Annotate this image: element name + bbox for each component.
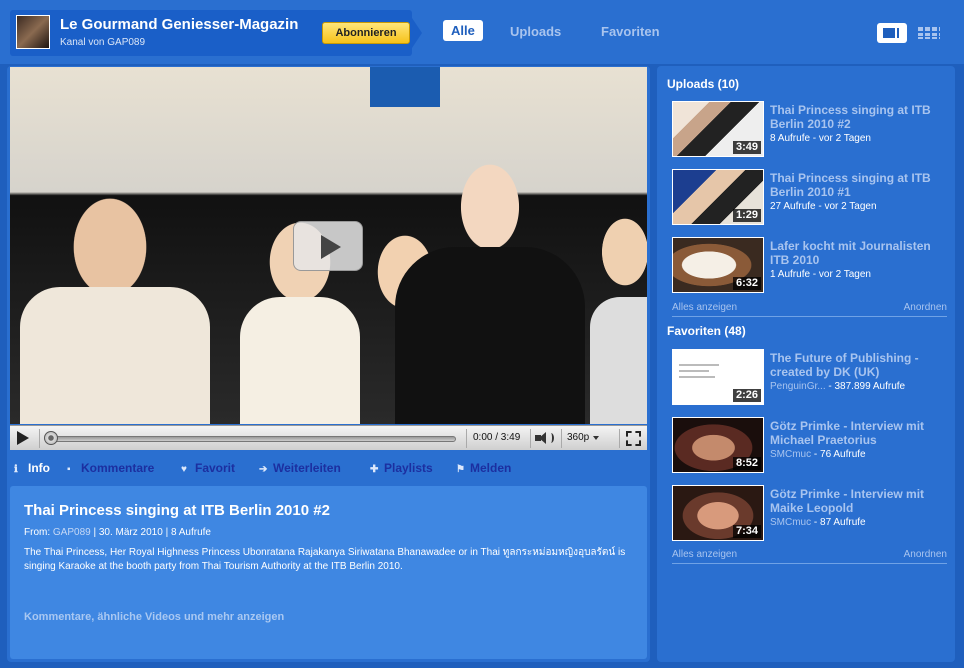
source-link[interactable]: SMCmuc	[770, 517, 811, 528]
tab-info[interactable]: ℹ Info	[14, 461, 50, 475]
video-frame-person	[590, 297, 647, 424]
subscribe-button[interactable]: Abonnieren	[322, 22, 410, 44]
list-item[interactable]: 8:52 Götz Primke - Interview mit Michael…	[672, 417, 950, 475]
video-thumbnail[interactable]: 2:26	[672, 349, 764, 405]
upload-date-views: | 30. März 2010 | 8 Aufrufe	[93, 527, 211, 538]
video-thumbnail[interactable]: 3:49	[672, 101, 764, 157]
video-link[interactable]: Götz Primke - Interview mit Michael Prae…	[770, 419, 952, 447]
video-meta: PenguinGr... - 387.899 Aufrufe	[770, 381, 906, 392]
divider	[466, 429, 467, 448]
info-panel: Thai Princess singing at ITB Berlin 2010…	[10, 486, 647, 659]
video-link[interactable]: Thai Princess singing at ITB Berlin 2010…	[770, 103, 952, 131]
list-item[interactable]: 1:29 Thai Princess singing at ITB Berlin…	[672, 169, 950, 227]
source-link[interactable]: SMCmuc	[770, 449, 811, 460]
video-meta: SMCmuc - 76 Aufrufe	[770, 449, 866, 460]
source-link[interactable]: PenguinGr...	[770, 381, 826, 392]
player-view-icon[interactable]	[877, 23, 907, 43]
video-meta: 27 Aufrufe - vor 2 Tagen	[770, 201, 877, 212]
list-item[interactable]: 6:32 Lafer kocht mit Journalisten ITB 20…	[672, 237, 950, 295]
tab-favorit[interactable]: ♥ Favorit	[181, 461, 235, 475]
volume-icon[interactable]	[535, 432, 555, 444]
channel-avatar[interactable]	[16, 15, 50, 49]
player-controls: 0:00 / 3:49 360p	[10, 425, 647, 450]
favorites-footer: Alles anzeigen Anordnen	[672, 549, 947, 564]
main-panel: 0:00 / 3:49 360p ℹ Info ▪ Kommentare ♥ Favo…	[7, 66, 650, 662]
tab-weiterleiten[interactable]: ➔ Weiterleiten	[259, 461, 341, 475]
video-player[interactable]	[10, 67, 647, 424]
channel-title[interactable]: Le Gourmand Geniesser-Magazin	[60, 16, 298, 33]
favorites-heading[interactable]: Favoriten (48)	[667, 324, 746, 338]
arrange-link[interactable]: Anordnen	[904, 549, 947, 560]
video-link[interactable]: Thai Princess singing at ITB Berlin 2010…	[770, 171, 952, 199]
action-tabs: ℹ Info ▪ Kommentare ♥ Favorit ➔ Weiterleiten…	[10, 458, 647, 478]
divider	[39, 429, 40, 448]
play-icon[interactable]	[17, 431, 29, 445]
duration-badge: 6:32	[732, 277, 761, 290]
divider	[619, 429, 620, 448]
video-link[interactable]: Lafer kocht mit Journalisten ITB 2010	[770, 239, 952, 267]
duration-badge: 8:52	[732, 457, 761, 470]
show-all-link[interactable]: Alles anzeigen	[672, 302, 737, 313]
video-link[interactable]: Götz Primke - Interview mit Maike Leopol…	[770, 487, 952, 515]
show-more-link[interactable]: Kommentare, ähnliche Videos und mehr anz…	[24, 611, 284, 623]
sidebar: Uploads (10) 3:49 Thai Princess singing …	[657, 66, 955, 662]
uploader-link[interactable]: GAP089	[53, 527, 91, 538]
list-item[interactable]: 3:49 Thai Princess singing at ITB Berlin…	[672, 101, 950, 159]
plus-icon: ✚	[370, 464, 379, 475]
channel-info-box: Le Gourmand Geniesser-Magazin Kanal von …	[10, 10, 422, 56]
list-item[interactable]: 7:34 Götz Primke - Interview mit Maike L…	[672, 485, 950, 543]
video-meta: 1 Aufrufe - vor 2 Tagen	[770, 269, 871, 280]
share-arrow-icon: ➔	[259, 464, 268, 475]
divider	[530, 429, 531, 448]
video-frame-person	[395, 247, 585, 424]
video-thumbnail[interactable]: 6:32	[672, 237, 764, 293]
video-thumbnail[interactable]: 8:52	[672, 417, 764, 473]
big-play-icon[interactable]	[293, 221, 363, 271]
quality-selector[interactable]: 360p	[567, 432, 600, 443]
channel-owner: Kanal von GAP089	[60, 37, 146, 48]
video-meta: 8 Aufrufe - vor 2 Tagen	[770, 133, 871, 144]
fullscreen-icon[interactable]	[626, 431, 641, 446]
duration-badge: 1:29	[732, 209, 761, 222]
video-meta: SMCmuc - 87 Aufrufe	[770, 517, 866, 528]
video-frame-sign	[370, 67, 440, 107]
uploads-heading[interactable]: Uploads (10)	[667, 77, 739, 91]
video-frame-person	[20, 287, 210, 424]
uploads-footer: Alles anzeigen Anordnen	[672, 302, 947, 317]
video-frame-person	[240, 297, 360, 424]
video-title: Thai Princess singing at ITB Berlin 2010…	[24, 502, 330, 519]
video-description: The Thai Princess, Her Royal Highness Pr…	[24, 547, 626, 572]
tab-kommentare[interactable]: ▪ Kommentare	[67, 461, 154, 475]
from-label: From:	[24, 527, 51, 538]
info-icon: ℹ	[14, 464, 18, 475]
duration-badge: 3:49	[732, 141, 761, 154]
arrange-link[interactable]: Anordnen	[904, 302, 947, 313]
duration-badge: 2:26	[732, 389, 761, 402]
tab-alle[interactable]: Alle	[443, 20, 483, 41]
progress-handle[interactable]	[44, 431, 58, 445]
video-link[interactable]: The Future of Publishing - created by DK…	[770, 351, 952, 379]
channel-header: Le Gourmand Geniesser-Magazin Kanal von …	[0, 0, 964, 64]
video-thumbnail[interactable]: 1:29	[672, 169, 764, 225]
tab-uploads[interactable]: Uploads	[510, 24, 561, 39]
heart-icon: ♥	[181, 464, 187, 475]
comment-icon: ▪	[67, 464, 71, 475]
progress-track[interactable]	[48, 436, 456, 442]
duration-badge: 7:34	[732, 525, 761, 538]
show-all-link[interactable]: Alles anzeigen	[672, 549, 737, 560]
tab-melden[interactable]: ⚑ Melden	[456, 461, 511, 475]
grid-view-icon[interactable]	[918, 27, 940, 39]
flag-icon: ⚑	[456, 464, 465, 475]
divider	[561, 429, 562, 448]
video-thumbnail[interactable]: 7:34	[672, 485, 764, 541]
tab-playlists[interactable]: ✚ Playlists	[370, 461, 433, 475]
video-meta: From: GAP089 | 30. März 2010 | 8 Aufrufe	[24, 527, 211, 538]
time-display: 0:00 / 3:49	[473, 432, 521, 443]
tab-favoriten[interactable]: Favoriten	[601, 24, 660, 39]
list-item[interactable]: 2:26 The Future of Publishing - created …	[672, 349, 950, 407]
